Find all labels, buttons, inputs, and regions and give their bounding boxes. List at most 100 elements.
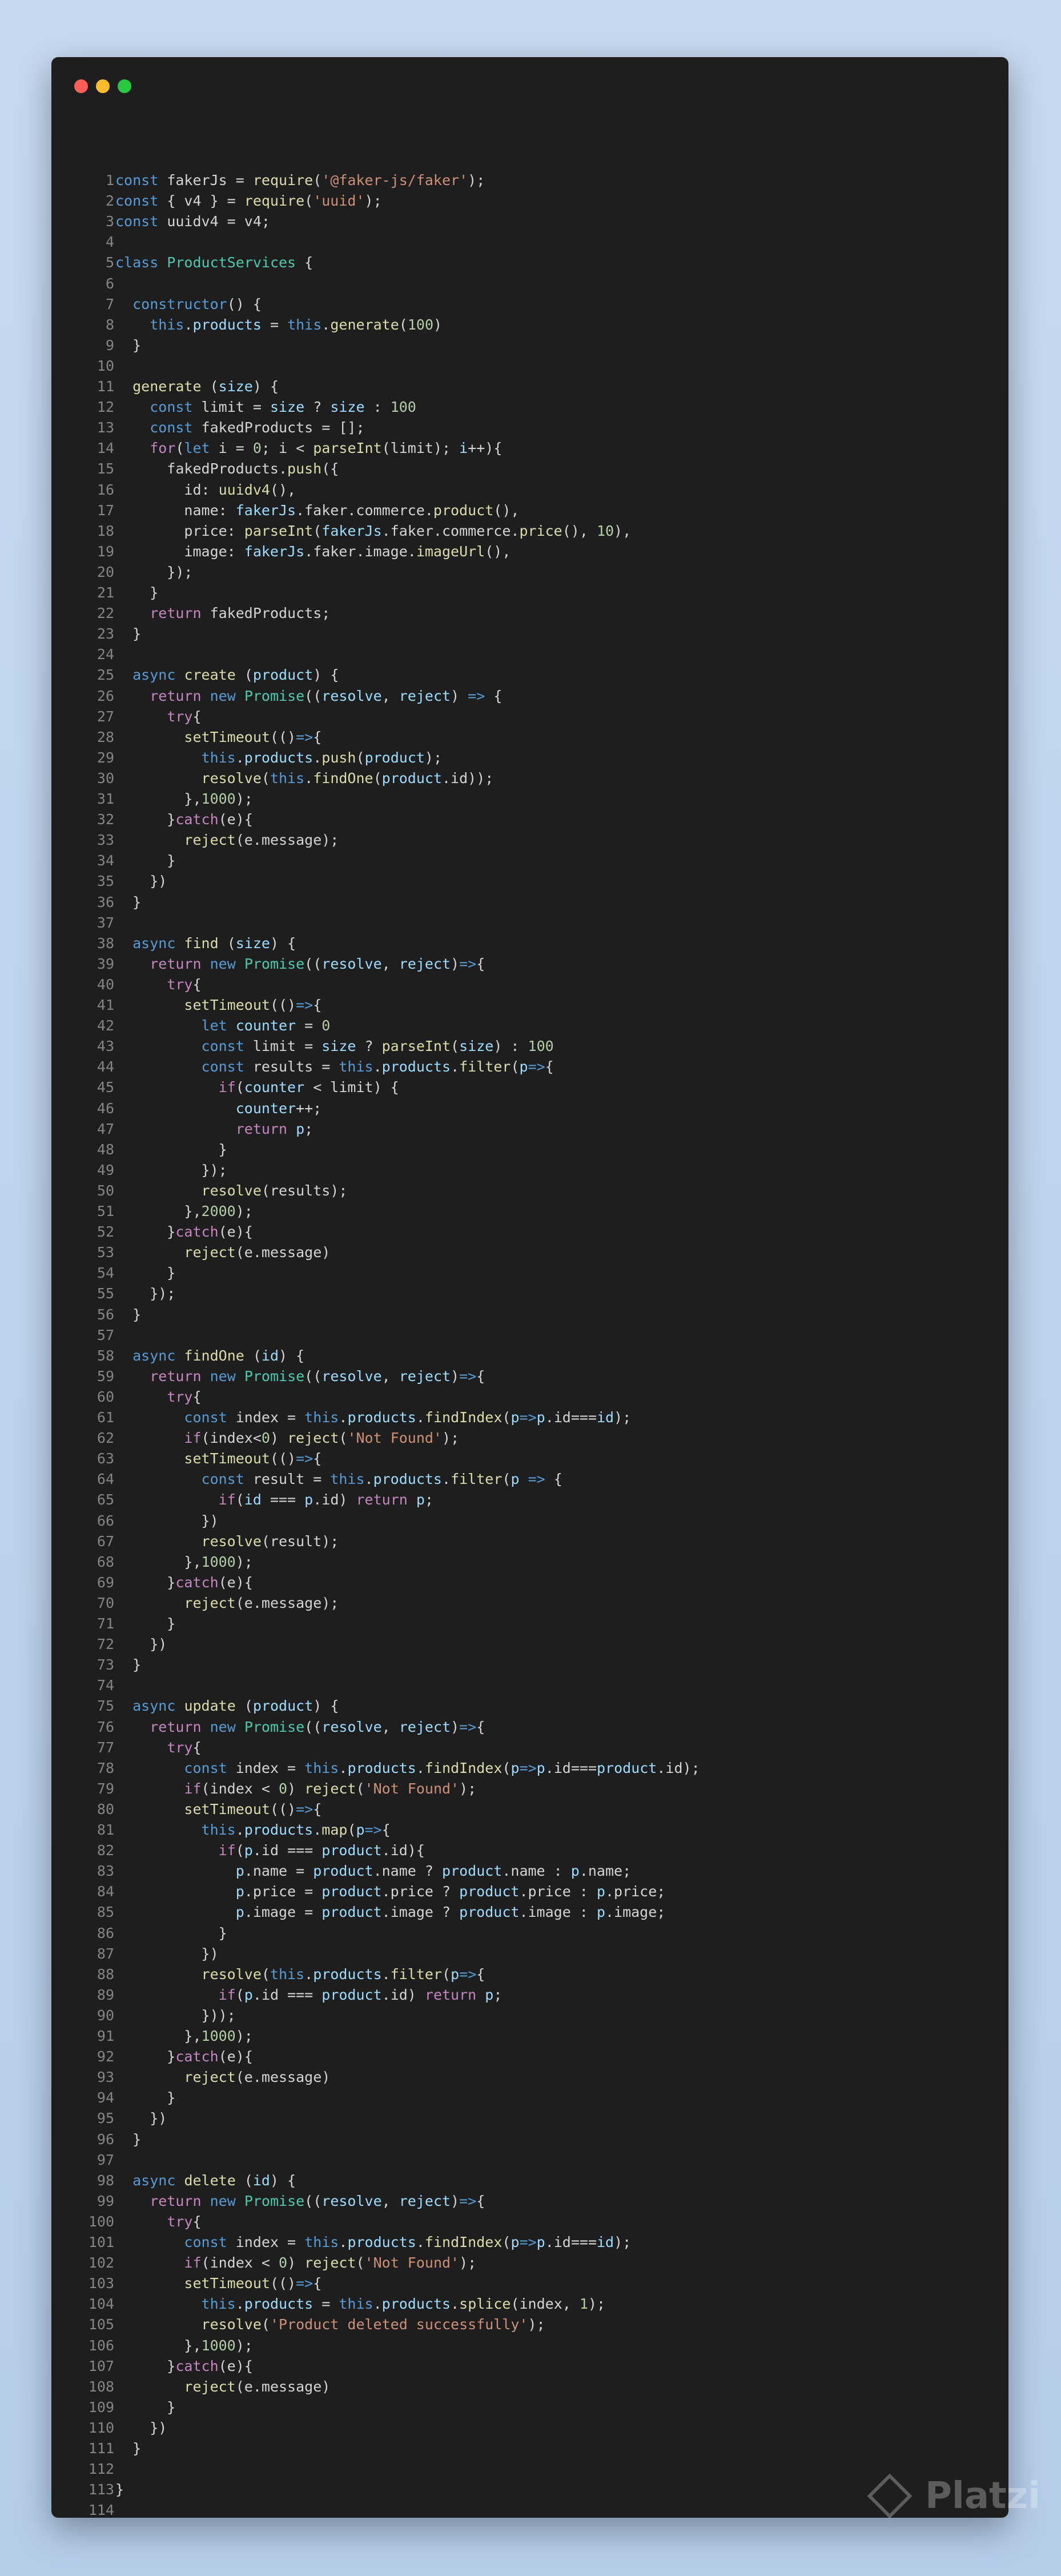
line-number: 88 bbox=[97, 1965, 114, 1983]
code-token: ( bbox=[201, 378, 219, 395]
code-token: 'Not Found' bbox=[364, 2254, 460, 2272]
line-source: }) bbox=[115, 2108, 167, 2129]
line-source: reject(e.message); bbox=[115, 1593, 339, 1614]
code-token: (() bbox=[270, 997, 296, 1013]
line-source: }catch(e){ bbox=[115, 2356, 253, 2377]
code-token: if bbox=[218, 1842, 236, 1859]
line-number: 39 bbox=[97, 955, 114, 972]
code-token: . bbox=[451, 1058, 460, 1076]
code-token: ( bbox=[356, 749, 365, 766]
code-token: ); bbox=[459, 1780, 477, 1797]
code-token: resolve bbox=[321, 1718, 382, 1735]
code-token: => bbox=[459, 955, 477, 972]
minimize-dot-icon[interactable] bbox=[96, 79, 110, 93]
code-token: .id); bbox=[657, 1759, 700, 1776]
code-line: 94 } bbox=[51, 2088, 1008, 2108]
code-token: = bbox=[261, 316, 288, 333]
line-source: resolve(results); bbox=[115, 1181, 348, 1201]
code-token: ( bbox=[356, 2254, 365, 2272]
code-token: p bbox=[511, 2234, 520, 2250]
code-token: ); bbox=[235, 2028, 253, 2044]
code-token: async bbox=[132, 934, 176, 952]
code-token: const bbox=[184, 1759, 227, 1776]
code-token: . bbox=[339, 1409, 348, 1426]
code-token: map bbox=[321, 1821, 348, 1838]
code-token: ( bbox=[235, 667, 253, 684]
code-token: } bbox=[115, 811, 176, 828]
code-token: reject bbox=[399, 1718, 451, 1735]
code-token: , bbox=[381, 1367, 399, 1385]
line-number: 1 bbox=[105, 172, 114, 188]
code-line: 42 let counter = 0 bbox=[51, 1016, 1008, 1036]
line-source: } bbox=[115, 2088, 175, 2108]
line-number: 87 bbox=[97, 1945, 114, 1962]
code-token: (index < bbox=[201, 2254, 279, 2272]
code-token: resolve bbox=[321, 687, 382, 704]
code-line: 109 } bbox=[51, 2397, 1008, 2418]
line-source: } bbox=[115, 1923, 227, 1944]
line-source: } bbox=[115, 1614, 175, 1634]
code-token: .id=== bbox=[545, 1759, 597, 1776]
code-token: '@faker-js/faker' bbox=[321, 172, 468, 188]
code-token: products bbox=[313, 1965, 382, 1983]
maximize-dot-icon[interactable] bbox=[118, 79, 131, 93]
line-number: 5 bbox=[105, 254, 114, 271]
line-number: 22 bbox=[97, 605, 114, 622]
code-token: .faker.image. bbox=[304, 543, 416, 560]
code-token: } bbox=[115, 2440, 142, 2457]
line-source: } bbox=[115, 1305, 141, 1325]
code-token: p bbox=[244, 1842, 253, 1859]
code-token: . bbox=[321, 316, 331, 333]
code-token: (), bbox=[485, 543, 511, 560]
code-token: (e){ bbox=[218, 1223, 253, 1241]
line-number: 72 bbox=[97, 1636, 114, 1653]
code-token: uuidv4 = v4; bbox=[158, 213, 270, 230]
code-token: this bbox=[270, 769, 305, 787]
line-source: try{ bbox=[115, 974, 201, 995]
code-token: . bbox=[373, 1058, 382, 1076]
code-line: 65 if(id === p.id) return p; bbox=[51, 1490, 1008, 1510]
line-source: },2000); bbox=[115, 1201, 252, 1222]
code-token: ( bbox=[235, 1842, 244, 1859]
code-token: p bbox=[235, 1883, 244, 1900]
code-line: 33 reject(e.message); bbox=[51, 830, 1008, 850]
line-number: 46 bbox=[97, 1100, 114, 1117]
code-token: 0 bbox=[279, 1780, 288, 1797]
code-token: ( bbox=[451, 1038, 460, 1055]
line-source: try{ bbox=[115, 1387, 201, 1407]
code-token: }) bbox=[115, 873, 167, 890]
line-number: 104 bbox=[88, 2296, 114, 2313]
close-dot-icon[interactable] bbox=[74, 79, 88, 93]
code-line: 71 } bbox=[51, 1614, 1008, 1634]
code-token: ? bbox=[304, 399, 331, 416]
line-source: if(index < 0) reject('Not Found'); bbox=[115, 2253, 476, 2273]
code-token: this bbox=[201, 749, 236, 766]
code-token: (e.message) bbox=[235, 2069, 331, 2086]
line-number: 95 bbox=[97, 2110, 114, 2127]
code-token: p bbox=[596, 1904, 605, 1921]
code-token: } bbox=[115, 1615, 176, 1632]
code-token: ( bbox=[235, 1079, 244, 1096]
code-token: ( bbox=[313, 172, 322, 188]
code-token: .id){ bbox=[381, 1842, 425, 1859]
line-source: this.products.map(p=>{ bbox=[115, 1820, 391, 1840]
line-number: 20 bbox=[97, 563, 114, 580]
code-token: => bbox=[459, 1367, 477, 1385]
line-source: }catch(e){ bbox=[115, 1222, 253, 1242]
code-line: 68 },1000); bbox=[51, 1552, 1008, 1572]
line-number: 75 bbox=[97, 1698, 114, 1715]
code-token: size bbox=[321, 1038, 356, 1055]
code-token: products bbox=[244, 2296, 314, 2313]
code-token: (e.message); bbox=[235, 832, 339, 849]
line-source: resolve(result); bbox=[115, 1531, 339, 1552]
code-token: resolve bbox=[201, 1965, 262, 1983]
code-token: }, bbox=[115, 1553, 202, 1570]
